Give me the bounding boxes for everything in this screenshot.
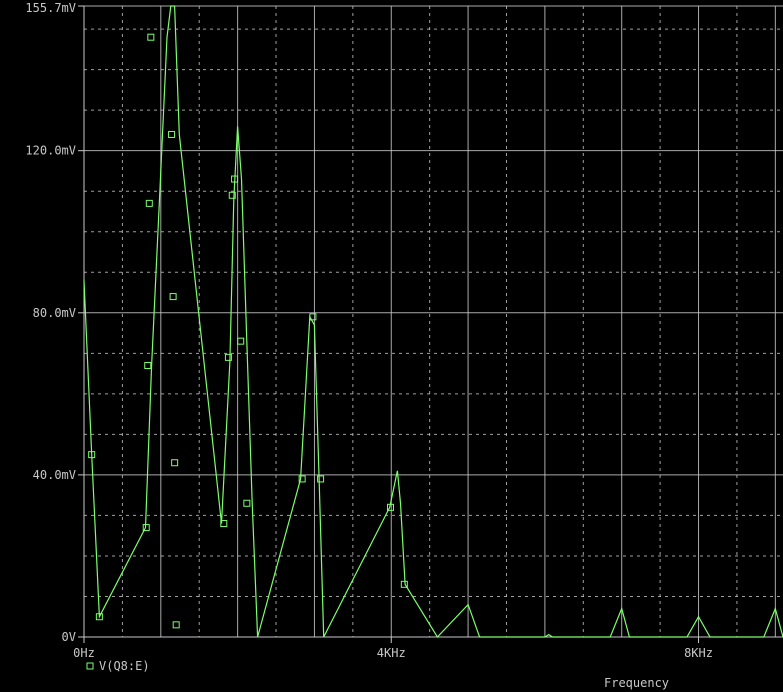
series-marker: [172, 621, 180, 629]
series-marker: [145, 199, 153, 207]
y-tick-label: 80.0mV: [33, 306, 76, 320]
legend: V(Q8:E): [86, 659, 150, 673]
series-marker: [147, 33, 155, 41]
y-tick-label: 155.7mV: [25, 1, 76, 15]
series-marker: [169, 293, 177, 301]
y-tick-labels: 0V 40.0mV 80.0mV 120.0mV 155.7mV: [25, 1, 84, 644]
y-tick-label: 0V: [62, 630, 76, 644]
series-marker: [171, 459, 179, 467]
x-tick-label: 0Hz: [73, 646, 95, 660]
series-marker: [144, 361, 152, 369]
series-line-V(Q8:E): [83, 5, 783, 638]
series-marker: [243, 499, 251, 507]
y-tick-label: 120.0mV: [25, 144, 76, 158]
chart: 0V 40.0mV 80.0mV 120.0mV 155.7mV 0Hz 4KHz 8KHz…: [25, 1, 783, 690]
x-tick-labels: 0Hz4KHz8KHz12KHz: [73, 637, 713, 660]
x-axis-title: Frequency: [604, 676, 669, 690]
major-grid: [84, 5, 783, 637]
minor-grid: [84, 6, 783, 637]
x-tick-label: 8KHz: [684, 646, 713, 660]
series-marker: [168, 130, 176, 138]
legend-label: V(Q8:E): [99, 659, 150, 673]
y-tick-label: 40.0mV: [33, 468, 76, 482]
series-marker: [237, 337, 245, 345]
x-tick-label: 4KHz: [377, 646, 406, 660]
legend-marker-icon: [86, 662, 94, 670]
marker-layer: [88, 33, 408, 629]
series-layer: [83, 5, 783, 638]
